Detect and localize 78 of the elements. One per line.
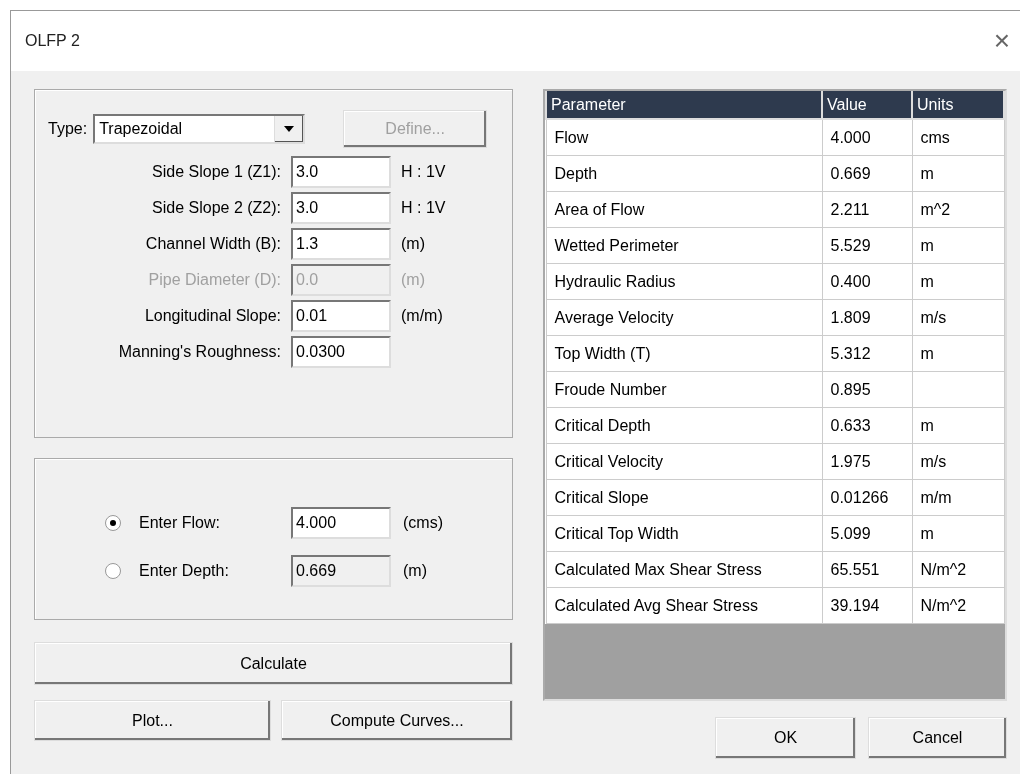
table-cell: 2.211 [822,191,912,228]
option-label: Enter Depth: [139,562,230,580]
table-cell: Average Velocity [546,299,822,336]
table-cell: m [912,155,1004,192]
table-cell: Critical Slope [546,479,822,516]
table-cell: cms [912,119,1004,156]
unit-label: (m/m) [401,307,444,325]
field-label: Channel Width (B): [144,235,281,253]
table-cell: 5.099 [822,515,912,552]
table-cell: m/m [912,479,1004,516]
table-cell: N/m^2 [912,551,1004,588]
close-icon[interactable]: × [993,27,1010,55]
dialog-button[interactable]: Cancel [868,717,1007,759]
caret-icon [284,126,295,132]
field-label: Manning's Roughness: [117,343,281,361]
table-cell: Flow [546,119,822,156]
column-header: Parameter [546,91,822,119]
table-cell: Top Width (T) [546,335,822,372]
window-title: OLFP 2 [25,32,80,50]
input-field[interactable]: 0.0300 [291,336,391,368]
action-button[interactable]: Plot... [34,700,271,741]
field-label: Side Slope 1 (Z1): [151,163,281,181]
input-field[interactable]: 0.01 [291,300,391,332]
field-label: Longitudinal Slope: [143,307,281,325]
input-field[interactable]: 3.0 [291,156,391,188]
table-cell: m/s [912,299,1004,336]
table-cell: Calculated Avg Shear Stress [546,587,822,624]
type-label: Type: [48,120,88,138]
dialog-button[interactable]: OK [715,717,856,759]
type-dropdown[interactable]: Trapezoidal [93,114,306,144]
table-cell: 5.529 [822,227,912,264]
table-cell: m [912,515,1004,552]
table-cell: 0.633 [822,407,912,444]
table-cell: 4.000 [822,119,912,156]
table-cell: 0.895 [822,371,912,408]
action-button[interactable]: Compute Curves... [281,700,513,741]
calculate-button[interactable]: Calculate [34,642,513,685]
table-cell: 65.551 [822,551,912,588]
radio-button[interactable] [105,563,121,579]
table-cell: m [912,335,1004,372]
table-cell: 1.975 [822,443,912,480]
option-label: Enter Flow: [139,514,221,532]
unit-label: H : 1V [401,199,447,217]
table-cell: 0.400 [822,263,912,300]
unit-label: (m) [401,271,426,289]
unit-label: (cms) [403,514,444,532]
table-cell: Wetted Perimeter [546,227,822,264]
radio-button[interactable] [105,515,121,531]
table-cell: 1.809 [822,299,912,336]
table-cell: Froude Number [546,371,822,408]
table-cell: m/s [912,443,1004,480]
table-cell: 5.312 [822,335,912,372]
field-label: Pipe Diameter (D): [147,271,281,289]
input-field[interactable]: 3.0 [291,192,391,224]
table-cell: Area of Flow [546,191,822,228]
unit-label: (m) [403,562,428,580]
input-field[interactable]: 1.3 [291,228,391,260]
table-cell: m [912,263,1004,300]
table-cell: 0.01266 [822,479,912,516]
table-cell: N/m^2 [912,587,1004,624]
table-cell: Critical Depth [546,407,822,444]
unit-label: H : 1V [401,163,447,181]
input-field[interactable]: 4.000 [291,507,391,539]
table-cell: m^2 [912,191,1004,228]
table-cell: Critical Top Width [546,515,822,552]
column-header: Units [912,91,1004,119]
table-cell: Critical Velocity [546,443,822,480]
table-cell: Depth [546,155,822,192]
table-cell: 0.669 [822,155,912,192]
input-field[interactable]: 0.669 [291,555,391,587]
table-cell: Calculated Max Shear Stress [546,551,822,588]
field-label: Side Slope 2 (Z2): [151,199,281,217]
table-cell: 39.194 [822,587,912,624]
table-cell: Hydraulic Radius [546,263,822,300]
table-cell: m [912,407,1004,444]
unit-label: (m) [401,235,426,253]
column-header: Value [822,91,912,119]
table-cell: m [912,227,1004,264]
